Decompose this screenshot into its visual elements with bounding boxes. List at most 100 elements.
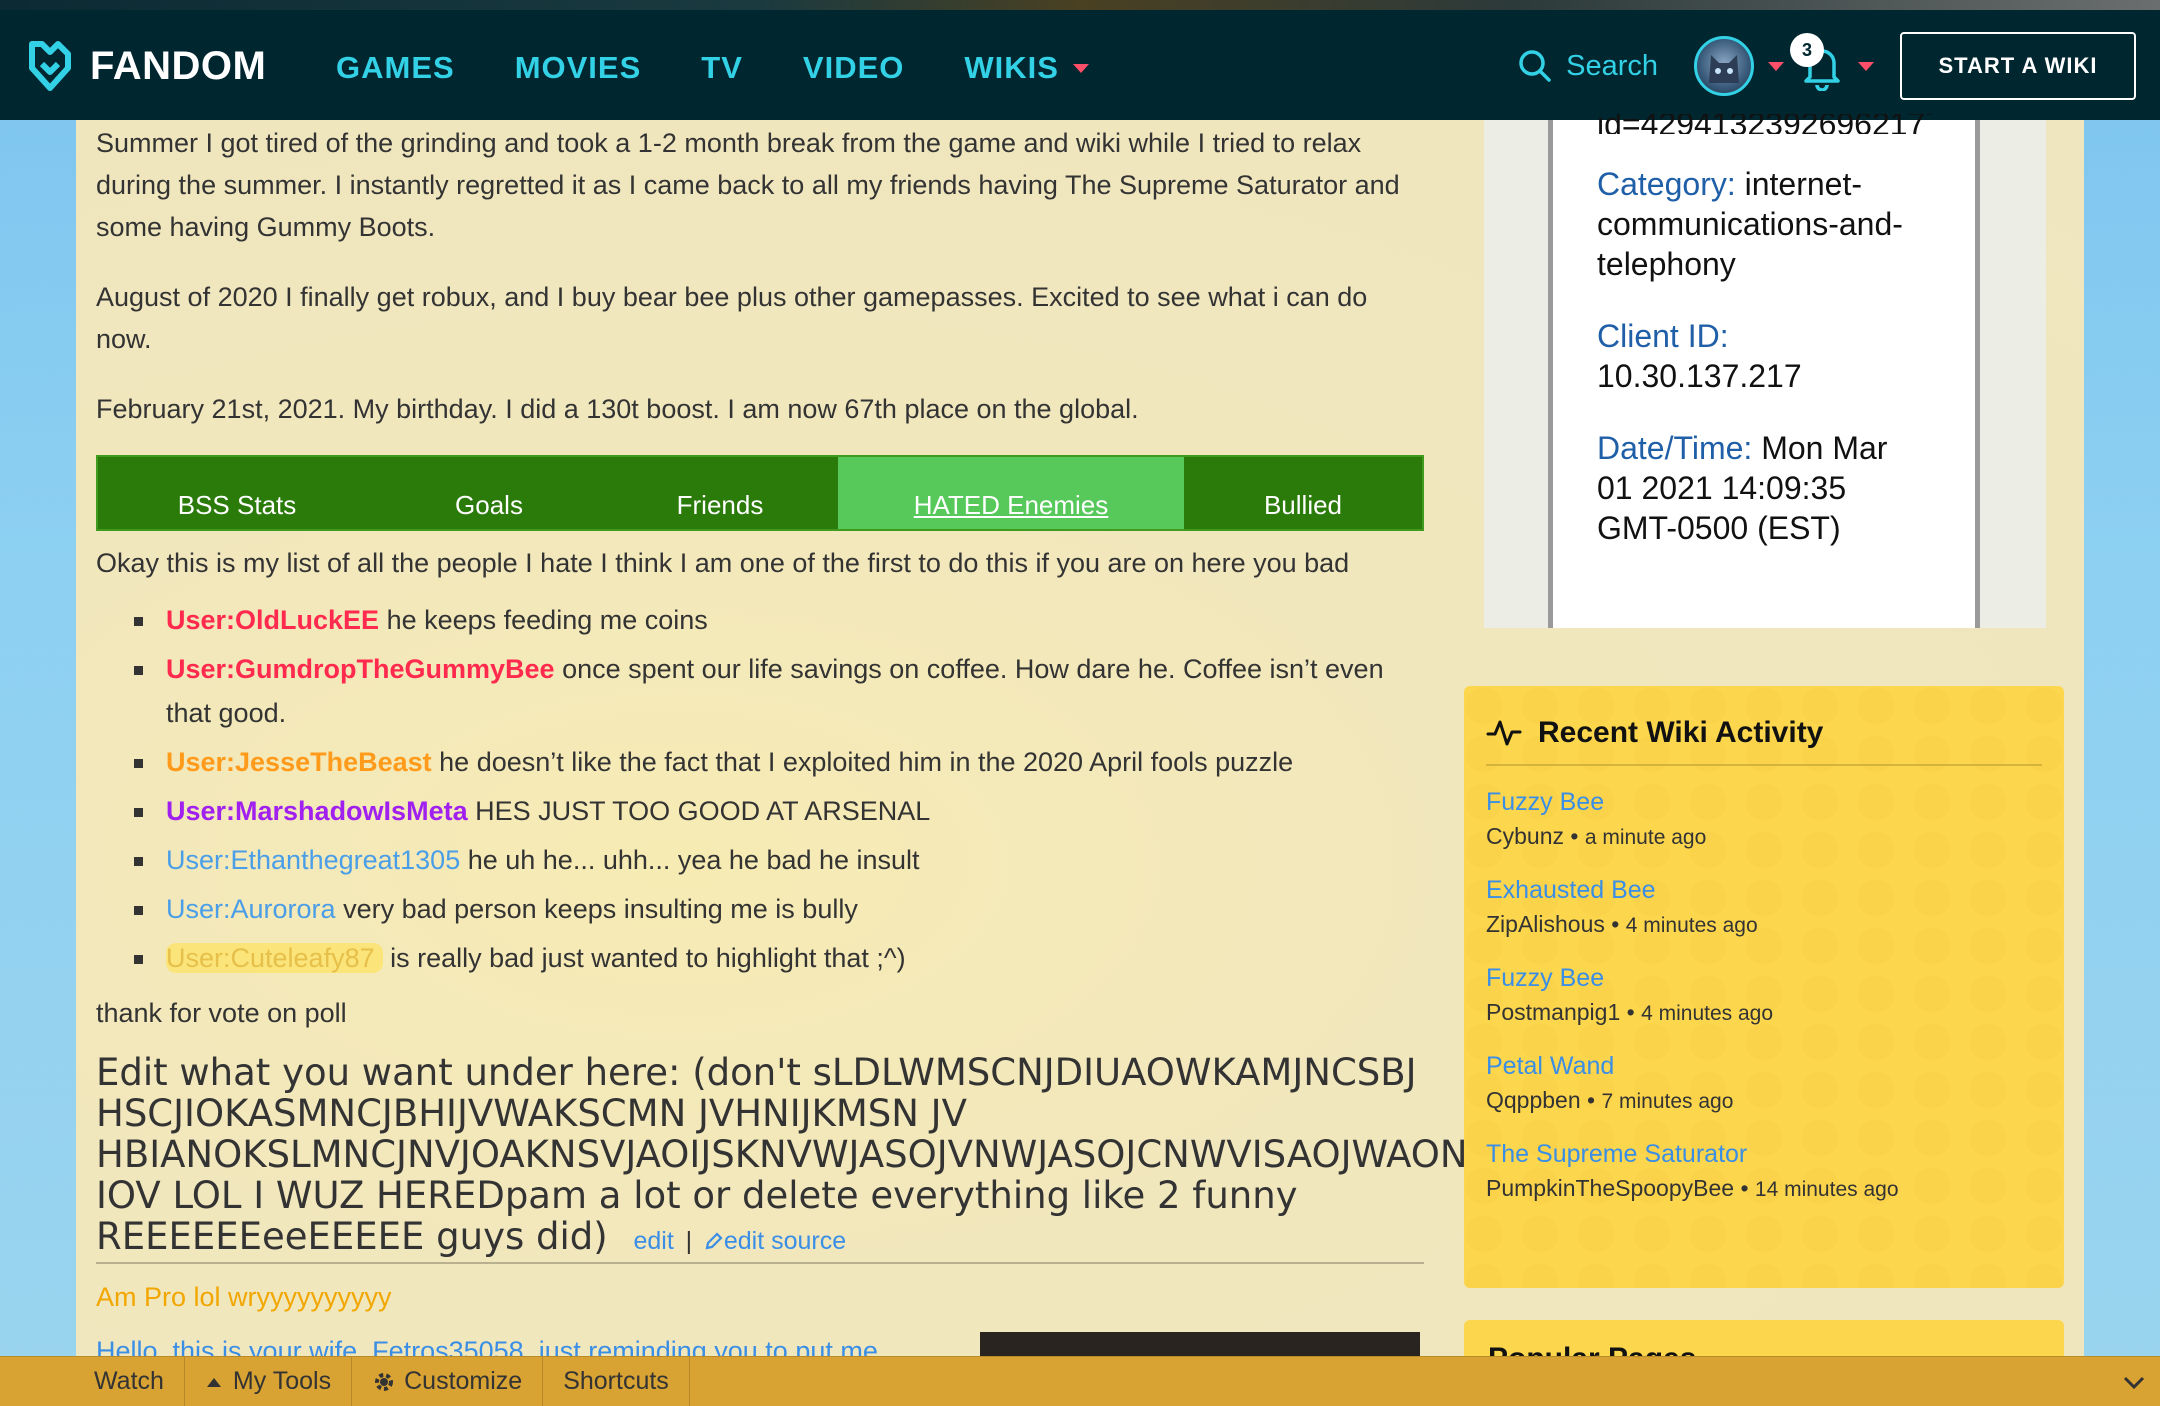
enemy-description: he doesn’t like the fact that I exploite… — [431, 747, 1294, 777]
start-a-wiki-button[interactable]: START A WIKI — [1900, 32, 2136, 100]
category-label: Category: — [1597, 166, 1736, 202]
logo-text: FANDOM — [90, 43, 267, 88]
tab-goals[interactable]: Goals — [376, 457, 602, 529]
notification-badge: 3 — [1790, 33, 1824, 67]
list-item: User:OldLuckEE he keeps feeding me coins — [130, 598, 1420, 642]
enemy-description: is really bad just wanted to highlight t… — [382, 943, 906, 973]
nav-link-wikis-label: WIKIS — [964, 50, 1059, 85]
edit-source-link[interactable]: edit source — [704, 1227, 846, 1255]
activity-user[interactable]: Cybunz — [1486, 823, 1564, 849]
enemy-description: HES JUST TOO GOOD AT ARSENAL — [467, 796, 931, 826]
nav-link-movies[interactable]: MOVIES — [515, 50, 642, 86]
chevron-down-icon[interactable] — [2122, 1371, 2146, 1395]
ampro-text: Am Pro lol wryyyyyyyyyy — [96, 1282, 392, 1312]
notifications-button[interactable]: 3 — [1790, 33, 1844, 92]
cat-avatar-icon — [1709, 55, 1739, 83]
separator: | — [685, 1227, 693, 1255]
section-divider — [96, 1262, 1424, 1264]
enemies-intro: Okay this is my list of all the people I… — [96, 548, 1350, 578]
search-button[interactable]: Search — [1518, 49, 1658, 83]
shortcuts-button[interactable]: Shortcuts — [543, 1357, 690, 1406]
avatar[interactable] — [1694, 36, 1754, 96]
search-icon — [1519, 50, 1551, 82]
user-link[interactable]: User:GumdropTheGummyBee — [166, 654, 555, 684]
edit-link[interactable]: edit — [633, 1227, 673, 1255]
edit-source-label: edit source — [723, 1227, 847, 1255]
my-tools-label: My Tools — [232, 1367, 332, 1395]
activity-title: Recent Wiki Activity — [1538, 716, 1824, 749]
activity-page-link[interactable]: Exhausted Bee — [1486, 872, 2042, 908]
list-item: User:Ethanthegreat1305 he uh he... uhh..… — [130, 838, 1420, 882]
nav-link-tv[interactable]: TV — [701, 50, 743, 86]
nav-link-games[interactable]: GAMES — [336, 50, 455, 86]
global-navigation: FANDOM GAMES MOVIES TV VIDEO WIKIS Searc… — [0, 10, 2160, 120]
client-id-value: 10.30.137.217 — [1597, 358, 1802, 394]
enemy-description: he keeps feeding me coins — [379, 605, 708, 635]
client-id-label: Client ID: — [1597, 318, 1729, 354]
activity-time: 4 minutes ago — [1641, 1002, 1774, 1025]
activity-user[interactable]: Qqppben — [1486, 1087, 1581, 1113]
avatar-dropdown-icon[interactable] — [1768, 61, 1784, 71]
customize-button[interactable]: Customize — [352, 1357, 544, 1406]
nav-links: GAMES MOVIES TV VIDEO WIKIS — [336, 50, 1149, 86]
list-item: User:JesseTheBeast he doesn’t like the f… — [130, 740, 1420, 784]
enemy-description: he uh he... uhh... yea he bad he insult — [460, 845, 920, 875]
notifications-dropdown-icon[interactable] — [1858, 61, 1874, 71]
date-time-field: Date/Time: Mon Mar 01 2021 14:09:35 GMT-… — [1597, 428, 1931, 548]
user-link[interactable]: User:OldLuckEE — [166, 605, 379, 635]
activity-page-link[interactable]: Fuzzy Bee — [1486, 784, 2042, 820]
nav-right: Search 3 START A WIKI — [1518, 32, 2136, 100]
tab-friends[interactable]: Friends — [602, 457, 838, 529]
activity-header: Recent Wiki Activity — [1486, 716, 2042, 766]
gear-icon — [375, 1372, 394, 1391]
tab-hated-enemies[interactable]: HATED Enemies — [838, 457, 1184, 529]
user-link[interactable]: User:Ethanthegreat1305 — [166, 845, 460, 875]
my-tools-button[interactable]: My Tools — [185, 1357, 353, 1406]
section-heading: Edit what you want under here: (don't sL… — [96, 1052, 1491, 1262]
activity-user[interactable]: ZipAlishous — [1486, 911, 1605, 937]
activity-item: The Supreme Saturator PumpkinTheSpoopyBe… — [1486, 1136, 2042, 1206]
user-link[interactable]: User:JesseTheBeast — [166, 747, 432, 777]
watch-button[interactable]: Watch — [0, 1357, 185, 1406]
info-card: id=4294132392696217717%26ti Category: in… — [1548, 114, 1980, 628]
activity-meta: ZipAlishous • 4 minutes ago — [1486, 911, 1758, 937]
activity-item: Petal Wand Qqppben • 7 minutes ago — [1486, 1048, 2042, 1118]
activity-item: Fuzzy Bee Postmanpig1 • 4 minutes ago — [1486, 960, 2042, 1030]
activity-item: Fuzzy Bee Cybunz • a minute ago — [1486, 784, 2042, 854]
nav-link-video[interactable]: VIDEO — [803, 50, 904, 86]
tab-bullied[interactable]: Bullied — [1184, 457, 1422, 529]
list-item: User:Aurorora very bad person keeps insu… — [130, 887, 1420, 931]
tab-bss-stats[interactable]: BSS Stats — [98, 457, 376, 529]
activity-user[interactable]: PumpkinTheSpoopyBee — [1486, 1175, 1734, 1201]
bottom-toolbar: Watch My Tools Customize Shortcuts — [0, 1356, 2160, 1406]
pencil-icon — [705, 1232, 723, 1250]
search-label: Search — [1566, 49, 1658, 82]
activity-meta: Qqppben • 7 minutes ago — [1486, 1087, 1734, 1113]
thanks-text: thank for vote on poll — [96, 998, 347, 1028]
activity-item: Exhausted Bee ZipAlishous • 4 minutes ag… — [1486, 872, 2042, 942]
nav-link-wikis[interactable]: WIKIS — [964, 50, 1089, 86]
chevron-down-icon — [1072, 63, 1089, 73]
user-link[interactable]: User:MarshadowIsMeta — [166, 796, 468, 826]
activity-user[interactable]: Postmanpig1 — [1486, 999, 1620, 1025]
activity-page-link[interactable]: Petal Wand — [1486, 1048, 2042, 1084]
user-link[interactable]: User:Cuteleafy87 — [166, 943, 383, 973]
recent-wiki-activity: Recent Wiki Activity Fuzzy Bee Cybunz • … — [1464, 686, 2064, 1288]
user-link[interactable]: User:Aurorora — [166, 894, 336, 924]
article-body: Summer I got tired of the grinding and t… — [96, 120, 1426, 458]
activity-page-link[interactable]: Fuzzy Bee — [1486, 960, 2042, 996]
paragraph-august: August of 2020 I finally get robux, and … — [96, 282, 1368, 354]
activity-time: a minute ago — [1584, 826, 1707, 849]
fandom-logo[interactable]: FANDOM — [22, 38, 266, 94]
activity-pulse-icon — [1486, 720, 1522, 746]
activity-time: 7 minutes ago — [1601, 1090, 1734, 1113]
truncated-id-line: id=4294132392696217717%26ti — [1597, 114, 1931, 134]
customize-label: Customize — [404, 1367, 523, 1395]
list-item: User:GumdropTheGummyBee once spent our l… — [130, 647, 1420, 735]
browser-top-strip — [0, 0, 2160, 10]
client-id-field: Client ID: 10.30.137.217 — [1597, 316, 1931, 396]
category-field: Category: internet-communications-and-te… — [1597, 164, 1931, 284]
list-item: User:MarshadowIsMeta HES JUST TOO GOOD A… — [130, 789, 1420, 833]
activity-page-link[interactable]: The Supreme Saturator — [1486, 1136, 2042, 1172]
caret-up-icon — [206, 1377, 221, 1387]
